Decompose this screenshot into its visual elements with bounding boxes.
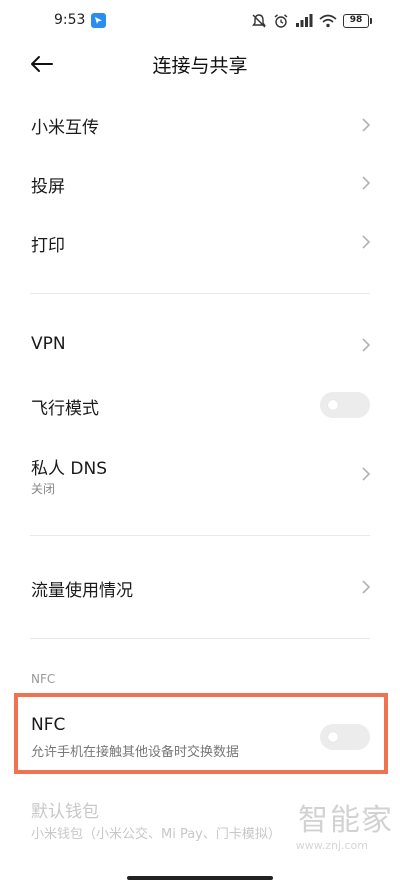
divider [30, 638, 370, 639]
default-wallet-label: 默认钱包 [31, 802, 99, 822]
airplane-mode-label: 飞行模式 [31, 399, 99, 419]
nfc-highlight-box [14, 693, 388, 774]
status-icons: 98 [251, 11, 372, 31]
status-time: 9:53 [54, 12, 86, 28]
chevron-right-icon [362, 235, 371, 249]
private-dns-label: 私人 DNS [31, 459, 108, 479]
data-usage-label: 流量使用情况 [31, 581, 133, 601]
print-item[interactable]: 打印 [0, 217, 400, 267]
data-usage-item[interactable]: 流量使用情况 [0, 562, 400, 612]
header: 连接与共享 [0, 42, 400, 86]
signal-icon [295, 14, 313, 28]
chevron-right-icon [362, 580, 371, 594]
default-wallet-description: 小米钱包（小米公交、Mi Pay、门卡模拟） [31, 827, 281, 842]
chevron-right-icon [362, 176, 371, 190]
vpn-label: VPN [31, 334, 66, 354]
chevron-right-icon [362, 118, 371, 132]
private-dns-item[interactable]: 私人 DNS 关闭 [0, 448, 400, 504]
mi-share-label: 小米互传 [31, 118, 99, 138]
divider [30, 293, 370, 294]
cast-item[interactable]: 投屏 [0, 158, 400, 208]
page-title: 连接与共享 [152, 55, 248, 77]
private-dns-status: 关闭 [31, 482, 56, 496]
home-indicator[interactable] [127, 876, 273, 880]
battery-icon: 98 [343, 14, 372, 28]
airplane-mode-item[interactable]: 飞行模式 [0, 380, 400, 430]
cast-label: 投屏 [31, 177, 65, 197]
battery-level: 98 [343, 14, 369, 28]
mute-icon [251, 13, 267, 29]
watermark-main: 智能家 [298, 803, 394, 838]
watermark: 智能家 www.znj.com [296, 795, 394, 852]
status-bar: 9:53 98 [0, 0, 400, 42]
chevron-right-icon [362, 467, 371, 481]
chevron-right-icon [362, 338, 371, 352]
airplane-mode-toggle[interactable] [320, 392, 370, 418]
mi-share-item[interactable]: 小米互传 [0, 100, 400, 150]
divider [30, 535, 370, 536]
app-notification-icon [91, 13, 106, 28]
watermark-sub: www.znj.com [295, 839, 368, 852]
alarm-icon [273, 13, 289, 29]
wifi-icon [319, 14, 337, 28]
toggle-knob [328, 400, 338, 410]
vpn-item[interactable]: VPN [0, 320, 400, 370]
nfc-section-label: NFC [31, 672, 56, 686]
print-label: 打印 [31, 236, 65, 256]
